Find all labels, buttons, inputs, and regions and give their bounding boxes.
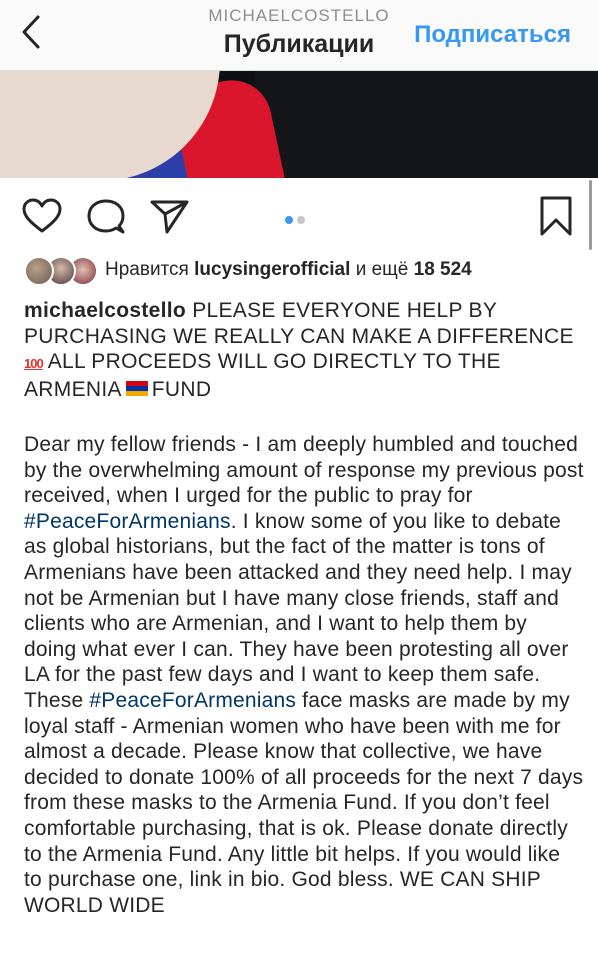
bookmark-icon bbox=[540, 196, 572, 236]
liker-username[interactable]: lucysingerofficial bbox=[194, 259, 350, 280]
share-button[interactable] bbox=[150, 199, 190, 240]
save-button[interactable] bbox=[538, 195, 574, 242]
caption-text: ALL PROCEEDS WILL GO DIRECTLY TO THE ARM… bbox=[24, 350, 501, 401]
top-bar: MICHAELCOSTELLO Публикации Подписаться bbox=[0, 0, 598, 71]
body-text: face masks are made by my loyal staff - … bbox=[24, 688, 584, 917]
like-button[interactable] bbox=[22, 198, 62, 239]
share-icon bbox=[150, 200, 189, 234]
post-body: Dear my fellow friends - I am deeply hum… bbox=[24, 432, 584, 918]
follow-button[interactable]: Подписаться bbox=[414, 21, 571, 49]
hashtag-link[interactable]: #PeaceForArmenians bbox=[24, 510, 231, 533]
likes-text: Нравится lucysingerofficial и ещё 18 524 bbox=[105, 259, 472, 281]
carousel-dot-active bbox=[285, 216, 293, 224]
hashtag-link[interactable]: #PeaceForArmenians bbox=[89, 689, 296, 712]
carousel-indicator bbox=[285, 211, 309, 229]
body-text: . I know some of you like to debate as g… bbox=[24, 509, 572, 712]
armenia-flag-icon bbox=[125, 381, 148, 397]
likes-prefix: Нравится bbox=[105, 259, 189, 280]
comment-button[interactable] bbox=[86, 198, 126, 241]
image-background bbox=[255, 71, 598, 178]
likes-middle: и ещё bbox=[355, 259, 409, 280]
caption-text: FUND bbox=[151, 377, 212, 401]
hundred-points-icon: 100 bbox=[24, 356, 44, 372]
carousel-dot bbox=[297, 216, 305, 224]
likes-count[interactable]: 18 524 bbox=[414, 259, 472, 280]
avatar[interactable] bbox=[24, 256, 54, 286]
body-text: Dear my fellow friends - I am deeply hum… bbox=[24, 433, 584, 508]
post-image[interactable] bbox=[0, 71, 598, 178]
post-caption: michaelcostello PLEASE EVERYONE HELP BY … bbox=[24, 298, 584, 402]
caption-author[interactable]: michaelcostello bbox=[24, 299, 186, 322]
comment-icon bbox=[87, 199, 125, 234]
heart-icon bbox=[22, 198, 62, 233]
flag-stripe-orange bbox=[125, 391, 148, 397]
